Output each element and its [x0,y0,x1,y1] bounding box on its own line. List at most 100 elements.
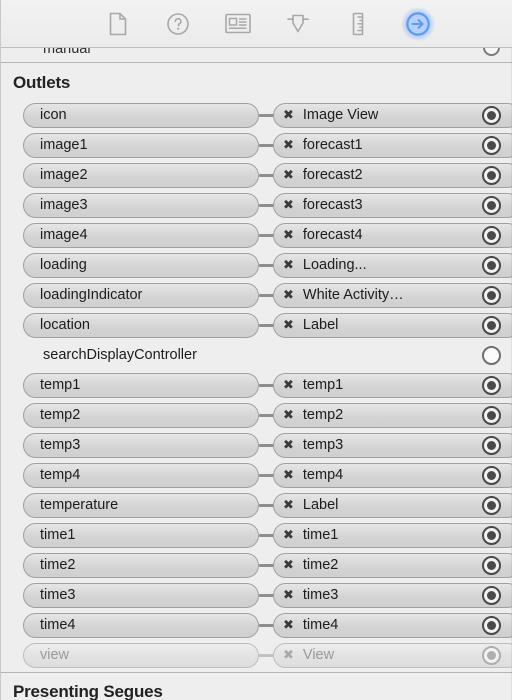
connection-well[interactable] [482,525,501,545]
outlet-row[interactable]: temp3 ✖ temp3 [1,430,512,460]
outlet-name-pill[interactable]: icon [23,102,259,128]
clipped-row-connection-well[interactable] [483,48,500,56]
outlet-target-pill[interactable]: ✖ forecast4 [273,222,512,248]
outlet-target-pill[interactable]: ✖ time2 [273,552,512,578]
outlet-name-pill[interactable]: image1 [23,132,259,158]
disconnect-x-icon[interactable]: ✖ [283,589,294,602]
outlet-name-pill[interactable]: loadingIndicator [23,282,259,308]
outlet-name-pill[interactable]: temperature [23,492,259,518]
outlet-target-pill[interactable]: ✖ forecast3 [273,192,512,218]
disconnect-x-icon[interactable]: ✖ [283,229,294,242]
outlet-row[interactable]: loading ✖ Loading... [1,250,512,280]
connection-well[interactable] [482,495,501,515]
outlet-row[interactable]: icon ✖ Image View [1,100,512,130]
connections-inspector-button[interactable] [400,6,435,41]
outlet-row[interactable]: temperature ✖ Label [1,490,512,520]
outlet-name-pill[interactable]: view [23,642,259,668]
outlet-row[interactable]: view ✖ View [1,640,512,670]
disconnect-x-icon[interactable]: ✖ [283,409,294,422]
disconnect-x-icon[interactable]: ✖ [283,259,294,272]
quick-help-inspector-button[interactable] [163,9,193,39]
connection-well[interactable] [482,555,501,575]
outlet-target-pill[interactable]: ✖ Label [273,492,512,518]
outlet-name-pill[interactable]: image3 [23,192,259,218]
outlet-row[interactable]: image2 ✖ forecast2 [1,160,512,190]
disconnect-x-icon[interactable]: ✖ [283,649,294,662]
outlet-target-pill[interactable]: ✖ time4 [273,612,512,638]
disconnect-x-icon[interactable]: ✖ [283,169,294,182]
disconnect-x-icon[interactable]: ✖ [283,379,294,392]
connection-well[interactable] [482,225,501,245]
connection-well[interactable] [482,405,501,425]
outlet-target-pill[interactable]: ✖ View [273,642,512,668]
disconnect-x-icon[interactable]: ✖ [283,529,294,542]
connection-well[interactable] [482,285,501,305]
outlet-target-pill[interactable]: ✖ temp3 [273,432,512,458]
connection-well[interactable] [482,165,501,185]
outlet-row[interactable]: temp2 ✖ temp2 [1,400,512,430]
outlet-target-pill[interactable]: ✖ temp2 [273,402,512,428]
outlet-row[interactable]: temp1 ✖ temp1 [1,370,512,400]
inspector-scroll-area[interactable]: manual Outlets icon ✖ Image View image1 ✖ for… [1,48,512,700]
outlet-row[interactable]: searchDisplayController [1,340,512,370]
outlet-row[interactable]: location ✖ Label [1,310,512,340]
outlet-name-pill[interactable]: time2 [23,552,259,578]
outlet-row[interactable]: image4 ✖ forecast4 [1,220,512,250]
outlet-target-pill[interactable]: ✖ forecast2 [273,162,512,188]
connection-well[interactable] [482,195,501,215]
identity-inspector-button[interactable] [223,9,253,39]
outlet-target-pill[interactable]: ✖ temp4 [273,462,512,488]
outlet-row[interactable]: time3 ✖ time3 [1,580,512,610]
disconnect-x-icon[interactable]: ✖ [283,319,294,332]
connection-well[interactable] [482,315,501,335]
outlet-target-pill[interactable]: ✖ White Activity… [273,282,512,308]
outlet-name-pill[interactable]: image4 [23,222,259,248]
outlet-row[interactable]: image1 ✖ forecast1 [1,130,512,160]
size-inspector-button[interactable] [343,9,373,39]
disconnect-x-icon[interactable]: ✖ [283,139,294,152]
outlet-name-pill[interactable]: time3 [23,582,259,608]
outlet-name-pill[interactable]: temp3 [23,432,259,458]
outlet-name-pill[interactable]: temp1 [23,372,259,398]
outlet-name-pill[interactable]: temp4 [23,462,259,488]
attributes-inspector-button[interactable] [283,9,313,39]
outlet-target-pill[interactable]: ✖ forecast1 [273,132,512,158]
disconnect-x-icon[interactable]: ✖ [283,499,294,512]
outlet-target-pill[interactable]: ✖ time1 [273,522,512,548]
connection-well[interactable] [482,375,501,395]
outlet-target-pill[interactable]: ✖ Image View [273,102,512,128]
outlet-name-pill[interactable]: loading [23,252,259,278]
connection-well[interactable] [482,105,501,125]
disconnect-x-icon[interactable]: ✖ [283,469,294,482]
disconnect-x-icon[interactable]: ✖ [283,109,294,122]
outlet-name-pill[interactable]: temp2 [23,402,259,428]
connection-well[interactable] [482,135,501,155]
connection-well[interactable] [482,585,501,605]
disconnect-x-icon[interactable]: ✖ [283,439,294,452]
connection-well[interactable] [482,615,501,635]
disconnect-x-icon[interactable]: ✖ [283,289,294,302]
connection-well[interactable] [482,435,501,455]
connection-well[interactable] [482,255,501,275]
file-inspector-button[interactable] [103,9,133,39]
outlet-target-pill[interactable]: ✖ time3 [273,582,512,608]
outlet-target-pill[interactable]: ✖ Loading... [273,252,512,278]
outlet-name-pill[interactable]: time1 [23,522,259,548]
connection-well[interactable] [482,345,501,365]
connection-well[interactable] [482,645,501,665]
outlet-row[interactable]: loadingIndicator ✖ White Activity… [1,280,512,310]
disconnect-x-icon[interactable]: ✖ [283,559,294,572]
disconnect-x-icon[interactable]: ✖ [283,619,294,632]
outlet-name-pill[interactable]: time4 [23,612,259,638]
outlet-row[interactable]: time1 ✖ time1 [1,520,512,550]
outlet-row[interactable]: image3 ✖ forecast3 [1,190,512,220]
outlet-name-pill[interactable]: location [23,312,259,338]
outlet-row[interactable]: time2 ✖ time2 [1,550,512,580]
outlet-target-pill[interactable]: ✖ Label [273,312,512,338]
outlet-row[interactable]: temp4 ✖ temp4 [1,460,512,490]
outlet-row[interactable]: time4 ✖ time4 [1,610,512,640]
connection-well[interactable] [482,465,501,485]
outlet-name-pill[interactable]: image2 [23,162,259,188]
outlet-target-pill[interactable]: ✖ temp1 [273,372,512,398]
disconnect-x-icon[interactable]: ✖ [283,199,294,212]
